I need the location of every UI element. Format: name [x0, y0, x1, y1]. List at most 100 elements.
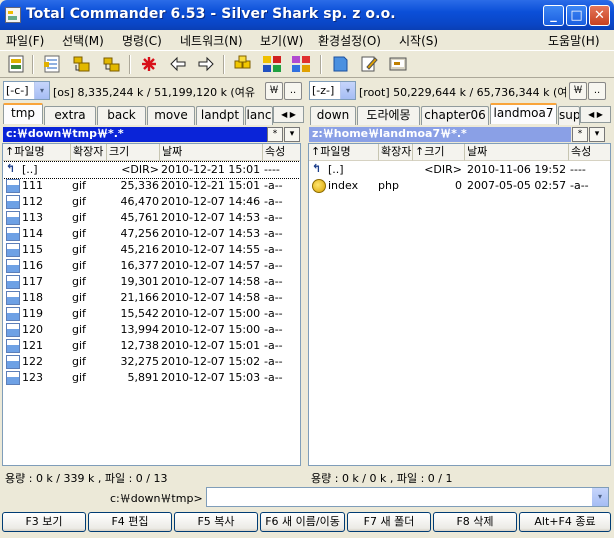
tab-tmp[interactable]: tmp [3, 103, 43, 124]
file-size: 46,470 [120, 195, 160, 208]
file-row[interactable]: 111 gif 25,336 2010-12-21 15:01 -a-- [3, 178, 300, 194]
f4-edit-button[interactable]: F4 편집 [88, 512, 172, 532]
unpack-files-icon[interactable] [260, 53, 284, 75]
chevron-down-icon[interactable]: ▾ [34, 82, 49, 99]
right-root-button[interactable]: ￦ [569, 82, 587, 100]
right-header-ext[interactable]: 확장자 [379, 144, 413, 161]
tab-move[interactable]: move [147, 106, 195, 125]
left-file-panel[interactable]: ↑파일명 확장자 크기 날짜 속성 ↰ [..] <DIR> 2010-12-21 1… [2, 143, 301, 466]
left-drive-value: [-c-] [6, 84, 29, 97]
tab-back[interactable]: back [97, 106, 146, 125]
file-row[interactable]: index php 0 2007-05-05 02:57 -a-- [309, 178, 610, 194]
file-row[interactable]: 120 gif 13,994 2010-12-07 15:00 -a-- [3, 322, 300, 338]
command-line-input[interactable]: ▾ [206, 487, 609, 507]
menu-network[interactable]: 네트워크(N) [180, 32, 243, 49]
f8-delete-button[interactable]: F8 삭제 [433, 512, 517, 532]
back-arrow-icon[interactable] [166, 53, 190, 75]
image-file-icon [6, 227, 20, 241]
invert-selection-icon[interactable] [137, 53, 161, 75]
pack-files-icon[interactable] [231, 53, 255, 75]
tab-extra[interactable]: extra [44, 106, 96, 125]
left-header-name[interactable]: ↑파일명 [3, 144, 71, 161]
close-button[interactable]: ✕ [589, 5, 610, 26]
file-row[interactable]: 123 gif 5,891 2010-12-07 15:03 -a-- [3, 370, 300, 386]
f6-rename-move-button[interactable]: F6 새 이름/이동 [260, 512, 345, 532]
left-header-date[interactable]: 날짜 [160, 144, 263, 161]
left-parent-button[interactable]: .. [284, 82, 302, 100]
right-parent-button[interactable]: .. [588, 82, 606, 100]
title-bar[interactable]: Total Commander 6.53 - Silver Shark sp. … [0, 0, 614, 30]
right-header-name[interactable]: ↑파일명 [309, 144, 379, 161]
edit-icon[interactable] [357, 53, 381, 75]
file-row[interactable]: 118 gif 21,166 2010-12-07 14:58 -a-- [3, 290, 300, 306]
file-attr: -a-- [264, 307, 283, 320]
right-drive-select[interactable]: [-z-] ▾ [309, 81, 356, 100]
left-hotlist-button[interactable]: ▾ [284, 127, 300, 142]
file-row[interactable]: ↰ [..] <DIR> 2010-12-21 15:01 ---- [3, 161, 300, 179]
refresh-icon[interactable] [4, 53, 28, 75]
minimize-button[interactable]: _ [543, 5, 564, 26]
right-path-bar[interactable]: z:￦home￦landmoa7￦*.* [309, 127, 571, 142]
tab-down[interactable]: down [310, 106, 356, 125]
tab-chapter06[interactable]: chapter06 [421, 106, 489, 125]
f5-copy-button[interactable]: F5 복사 [174, 512, 258, 532]
brief-view-icon[interactable] [40, 53, 64, 75]
menu-configuration[interactable]: 환경설정(O) [318, 32, 381, 49]
file-name: [..] [22, 163, 38, 176]
chevron-down-icon[interactable]: ▾ [592, 488, 608, 506]
menu-start[interactable]: 시작(S) [399, 32, 438, 49]
console-icon[interactable] [386, 53, 410, 75]
left-header-attr[interactable]: 속성 [263, 144, 300, 161]
tree-view-icon[interactable] [100, 53, 124, 75]
file-row[interactable]: 122 gif 32,275 2010-12-07 15:02 -a-- [3, 354, 300, 370]
file-row[interactable]: 117 gif 19,301 2010-12-07 14:58 -a-- [3, 274, 300, 290]
alt-f4-exit-button[interactable]: Alt+F4 종료 [519, 512, 611, 532]
menu-file[interactable]: 파일(F) [6, 32, 44, 49]
left-tab-scroll-arrows[interactable]: ◀ ▶ [273, 106, 304, 123]
menu-help[interactable]: 도움말(H) [548, 32, 600, 49]
right-header-date[interactable]: 날짜 [465, 144, 569, 161]
right-header-size[interactable]: ↑크기 [413, 144, 465, 161]
left-drive-select[interactable]: [-c-] ▾ [3, 81, 50, 100]
menu-view[interactable]: 보기(W) [260, 32, 303, 49]
file-row[interactable]: 121 gif 12,738 2010-12-07 15:01 -a-- [3, 338, 300, 354]
right-history-button[interactable]: * [572, 127, 588, 142]
left-header-ext[interactable]: 확장자 [71, 144, 107, 161]
left-path-bar[interactable]: c:￦down￦tmp￦*.* [3, 127, 267, 142]
file-row[interactable]: 113 gif 45,761 2010-12-07 14:53 -a-- [3, 210, 300, 226]
tab-doraemon[interactable]: 도라에몽 [357, 106, 420, 125]
file-row[interactable]: ↰ [..] <DIR> 2010-11-06 19:52 ---- [309, 162, 610, 178]
parent-folder-icon: ↰ [312, 162, 322, 175]
file-row[interactable]: 114 gif 47,256 2010-12-07 14:53 -a-- [3, 226, 300, 242]
tab-sup[interactable]: sup [558, 106, 580, 125]
file-row[interactable]: 116 gif 16,377 2010-12-07 14:57 -a-- [3, 258, 300, 274]
menu-commands[interactable]: 명령(C) [122, 32, 162, 49]
tab-landpt[interactable]: landpt [196, 106, 244, 125]
tab-lanc[interactable]: lanc [245, 106, 273, 125]
chevron-down-icon[interactable]: ▾ [340, 82, 355, 99]
tab-landmoa7[interactable]: landmoa7 [490, 103, 557, 124]
file-size: 5,891 [127, 371, 160, 384]
image-file-icon [6, 371, 20, 385]
file-row[interactable]: 112 gif 46,470 2010-12-07 14:46 -a-- [3, 194, 300, 210]
right-hotlist-button[interactable]: ▾ [589, 127, 605, 142]
left-history-button[interactable]: * [267, 127, 283, 142]
file-size: <DIR> [121, 163, 159, 176]
ftp-connect-icon[interactable] [289, 53, 313, 75]
full-view-icon[interactable] [70, 53, 94, 75]
menu-select[interactable]: 선택(M) [62, 32, 104, 49]
f7-new-folder-button[interactable]: F7 새 폴더 [347, 512, 431, 532]
notepad-icon[interactable] [328, 53, 352, 75]
left-header-size[interactable]: 크기 [107, 144, 160, 161]
maximize-button[interactable]: □ [566, 5, 587, 26]
left-root-button[interactable]: ￦ [265, 82, 283, 100]
right-tab-scroll-arrows[interactable]: ◀ ▶ [580, 106, 611, 123]
file-name: 114 [22, 227, 43, 240]
right-file-panel[interactable]: ↑파일명 확장자 ↑크기 날짜 속성 ↰ [..] <DIR> 2010-11-06 … [308, 143, 611, 466]
f3-view-button[interactable]: F3 보기 [2, 512, 86, 532]
file-row[interactable]: 119 gif 15,542 2010-12-07 15:00 -a-- [3, 306, 300, 322]
right-header-attr[interactable]: 속성 [569, 144, 610, 161]
right-status: 용량 : 0 k / 0 k , 파일 : 0 / 1 [311, 472, 453, 485]
file-row[interactable]: 115 gif 45,216 2010-12-07 14:55 -a-- [3, 242, 300, 258]
forward-arrow-icon[interactable] [194, 53, 218, 75]
